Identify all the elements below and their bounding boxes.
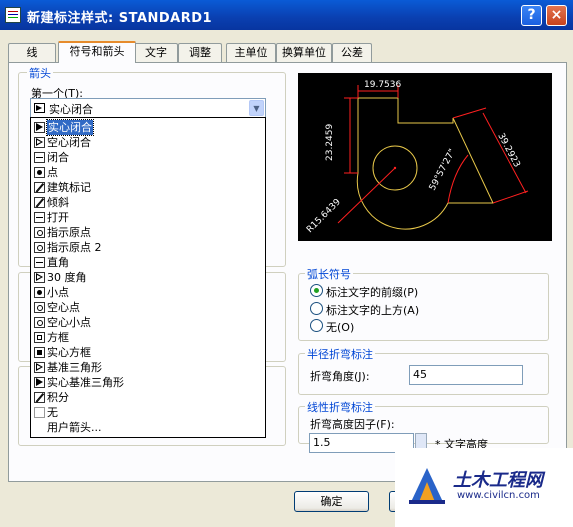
list-item[interactable]: 倾斜 [33,195,263,210]
list-item[interactable]: 30 度角 [33,270,263,285]
origin-indicator-icon [34,227,45,238]
none-icon [34,407,45,418]
tab-primary-units[interactable]: 主单位 [226,43,276,62]
list-item[interactable]: 实心方框 [33,345,263,360]
building-logo-icon [409,468,445,504]
closed-arrow-icon [34,152,45,163]
hollow-closed-arrow-icon [34,137,45,148]
jog-factor-label: 折弯高度因子(F): [310,418,395,431]
tab-text[interactable]: 文字 [134,43,178,62]
box-filled-icon [34,347,45,358]
right-angle-icon [34,257,45,268]
jog-angle-input[interactable]: 45 [409,365,523,385]
app-icon [5,7,21,23]
list-item[interactable]: 打开 [33,210,263,225]
arc-none-label: 无(O) [326,321,355,334]
linear-jog-group-label: 线性折弯标注 [305,399,375,415]
preview-dim-left-text: 23.2459 [325,124,335,161]
tab-symbols-arrows[interactable]: 符号和箭头 [58,41,136,63]
list-item[interactable]: 积分 [33,390,263,405]
preview-dim-radius-text: R15.6439 [305,197,343,235]
help-button[interactable]: ? [521,5,542,26]
dot-blank-icon [34,302,45,313]
list-item[interactable]: 空心点 [33,300,263,315]
filled-closed-arrow-icon [34,122,45,133]
arc-above-radio[interactable] [310,302,323,315]
list-item[interactable]: 点 [33,165,263,180]
first-arrow-select[interactable]: 实心闭合 ▼ [30,98,266,118]
dimension-preview: 19.7536 23.2459 39.2923 59°57'27" R15.64… [298,73,552,241]
chevron-down-icon[interactable]: ▼ [249,100,264,116]
arrowhead-dropdown-list[interactable]: 实心闭合 空心闭合 闭合 点 建筑标记 倾斜 打开 指示原点 指示原点 2 直角… [30,117,266,438]
list-item[interactable]: 实心基准三角形 [33,375,263,390]
preview-part-outline [356,97,494,230]
list-item[interactable]: 闭合 [33,150,263,165]
preview-dim-angle-text: 59°57'27" [428,148,458,193]
filled-closed-arrow-icon [34,103,45,113]
box-blank-icon [34,332,45,343]
origin-indicator-2-icon [34,242,45,253]
datum-triangle-icon [34,362,45,373]
arc-above-label: 标注文字的上方(A) [326,304,420,317]
arc-none-radio[interactable] [310,319,323,332]
preview-dim-right-text: 39.2923 [495,132,521,170]
watermark-url: www.civilcn.com [457,490,540,501]
window-title: 新建标注样式: STANDARD1 [27,11,213,26]
dimension-style-dialog: 新建标注样式: STANDARD1 ? × 线 符号和箭头 文字 调整 主单位 … [0,0,573,527]
first-arrow-value: 实心闭合 [49,103,93,116]
arrowheads-group-label: 箭头 [27,65,53,81]
list-item[interactable]: 直角 [33,255,263,270]
list-item[interactable]: 基准三角形 [33,360,263,375]
architectural-tick-icon [34,182,45,193]
integral-icon [34,392,45,403]
title-bar[interactable]: 新建标注样式: STANDARD1 ? × [0,0,573,30]
tab-tolerances[interactable]: 公差 [332,43,372,62]
list-item[interactable]: 空心小点 [33,315,263,330]
list-item[interactable]: 实心闭合 [33,119,263,136]
tab-alternate-units[interactable]: 换算单位 [276,43,332,62]
list-item[interactable]: 小点 [33,285,263,300]
dot-small-icon [34,287,45,298]
preview-center-mark [393,166,397,170]
close-button[interactable]: × [546,5,567,26]
preview-drawing: 19.7536 23.2459 39.2923 59°57'27" R15.64… [305,80,529,235]
open-30-icon [34,272,45,283]
ok-button[interactable]: 确定 [294,491,369,512]
datum-triangle-filled-icon [34,377,45,388]
jog-angle-label: 折弯角度(J): [310,370,370,383]
preview-dim-top-text: 19.7536 [364,80,401,90]
dot-icon [34,167,45,178]
oblique-icon [34,197,45,208]
list-item[interactable]: 空心闭合 [33,135,263,150]
radius-jog-group-label: 半径折弯标注 [305,346,375,362]
arc-prefix-label: 标注文字的前缀(P) [326,286,419,299]
arc-prefix-radio[interactable] [310,284,323,297]
watermark-brand: 土木工程网 [453,470,543,491]
list-item[interactable]: 方框 [33,330,263,345]
list-item[interactable]: 指示原点 [33,225,263,240]
tab-fit[interactable]: 调整 [178,43,222,62]
arc-length-group-label: 弧长符号 [305,266,353,282]
dot-small-blank-icon [34,317,45,328]
site-watermark: 土木工程网 www.civilcn.com [395,448,573,527]
preview-dim-radius-line [337,167,396,224]
list-item[interactable]: 指示原点 2 [33,240,263,255]
tab-lines[interactable]: 线 [8,43,56,62]
list-item[interactable]: 用户箭头... [33,420,263,435]
open-arrow-icon [34,212,45,223]
list-item[interactable]: 建筑标记 [33,180,263,195]
list-item[interactable]: 无 [33,405,263,420]
